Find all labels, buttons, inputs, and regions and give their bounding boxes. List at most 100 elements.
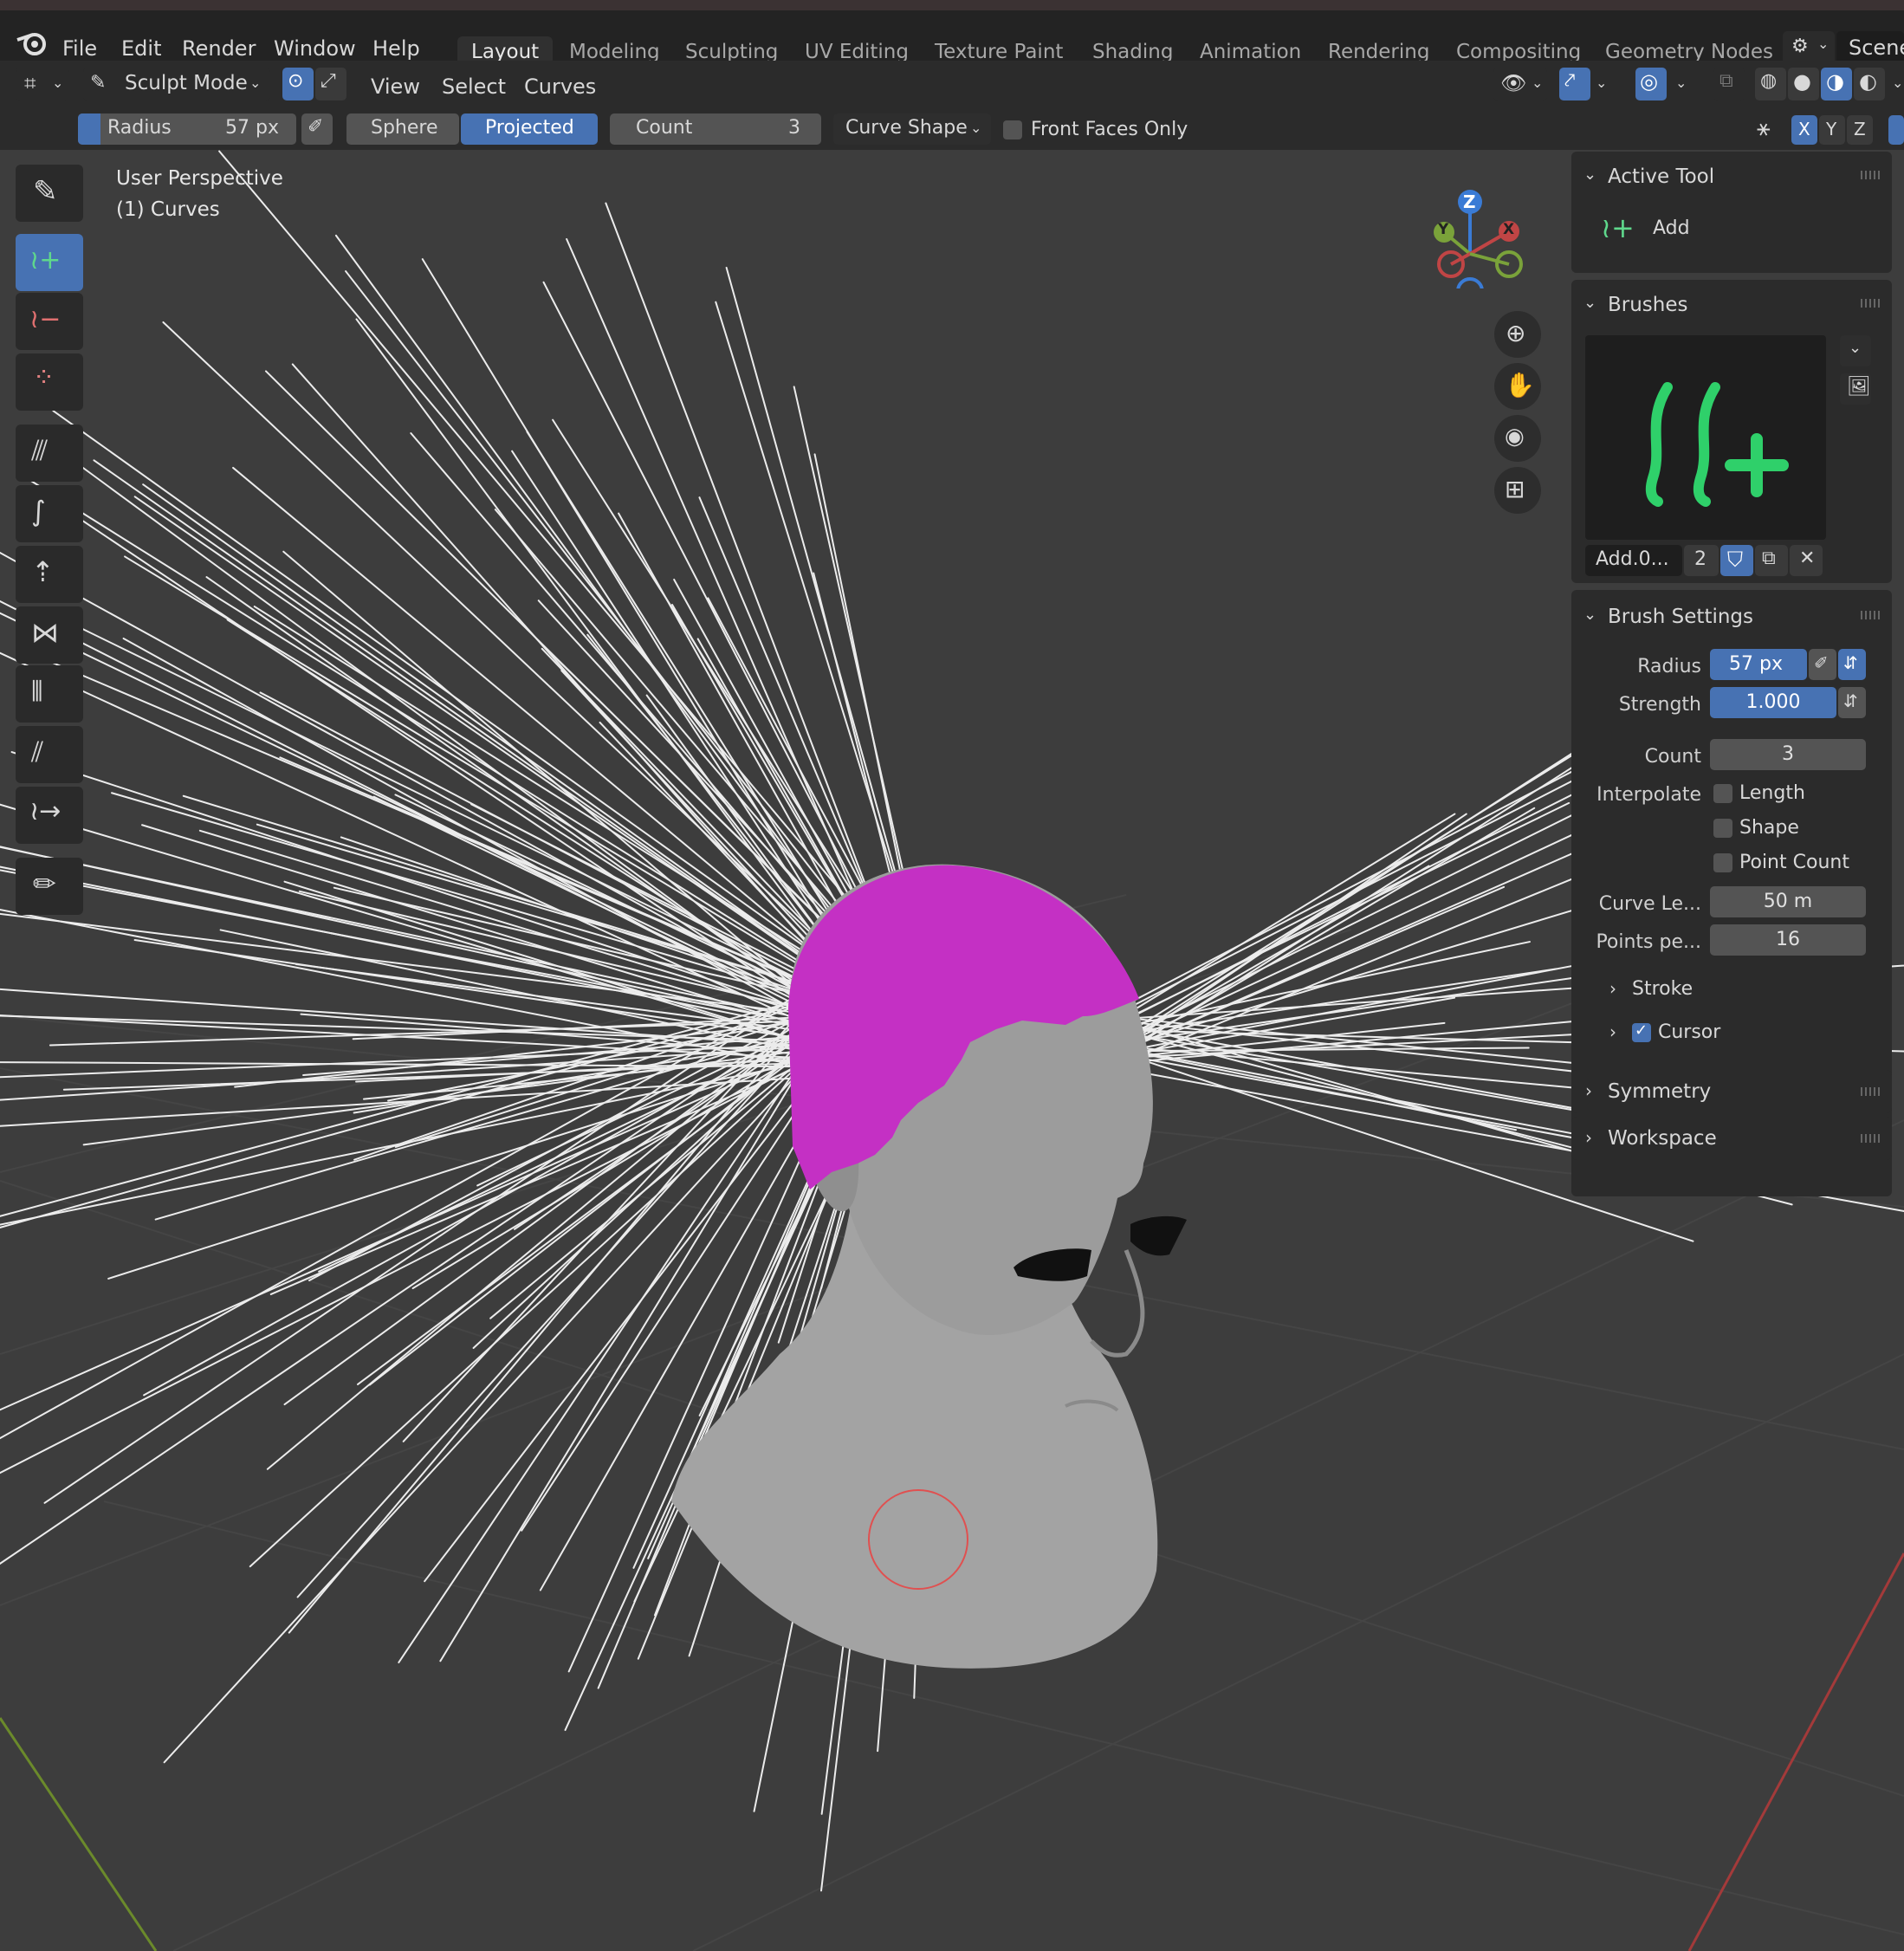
menu-view[interactable]: View: [371, 76, 420, 97]
tool-draw[interactable]: ✎: [16, 165, 83, 222]
tool-smooth[interactable]: ⫽: [16, 726, 83, 783]
tool-grow-shrink[interactable]: ⇡: [16, 546, 83, 603]
tool-add-curves[interactable]: ≀+: [16, 234, 83, 291]
scene-name-field[interactable]: Scene: [1836, 31, 1904, 64]
fake-user-toggle[interactable]: ⛉: [1720, 545, 1753, 576]
brush-settings-title[interactable]: Brush Settings: [1608, 607, 1753, 627]
drag-handle-icon[interactable]: [1861, 1134, 1880, 1143]
shading-dropdown-icon[interactable]: ⌄: [1892, 76, 1903, 90]
cursor-subpanel[interactable]: Cursor: [1658, 1023, 1720, 1042]
hair-strand: [218, 150, 885, 943]
count-field[interactable]: Count 3: [610, 113, 821, 145]
hair-strand: [0, 846, 811, 1021]
drag-handle-icon[interactable]: [1861, 299, 1880, 308]
mirror-x-toggle[interactable]: X: [1791, 115, 1817, 145]
brush-users-count[interactable]: 2: [1684, 545, 1719, 576]
strength-field[interactable]: 1.000: [1710, 687, 1836, 718]
strength-pressure-toggle[interactable]: ⇵: [1838, 687, 1866, 718]
mode-selector[interactable]: ✎ Sculpt Mode ⌄: [83, 68, 270, 100]
interpolate-length-checkbox[interactable]: [1713, 784, 1732, 803]
scene-selector-button[interactable]: ⚙ ⌄: [1783, 31, 1835, 64]
pan-button[interactable]: ✋: [1494, 363, 1541, 410]
front-faces-only-checkbox[interactable]: [1003, 120, 1022, 139]
radius-value: 57 px: [1729, 653, 1783, 675]
rendered-sphere-icon: ◐: [1859, 69, 1877, 94]
falloff-projected-button[interactable]: Projected: [461, 113, 598, 145]
xray-toggle[interactable]: ⤢: [315, 68, 346, 100]
cursor-checkbox[interactable]: ✓: [1632, 1023, 1651, 1042]
falloff-sphere-button[interactable]: Sphere: [346, 113, 459, 145]
tool-annotate[interactable]: ✏: [16, 858, 83, 915]
grow-shrink-icon: ⇡: [31, 555, 55, 588]
y-axis-line: [0, 1717, 158, 1951]
mirror-y-toggle[interactable]: Y: [1819, 115, 1845, 145]
shading-rendered[interactable]: ◐: [1854, 68, 1885, 100]
menu-curves[interactable]: Curves: [524, 76, 596, 97]
strength-value: 1.000: [1745, 691, 1801, 713]
shading-solid[interactable]: ●: [1788, 68, 1819, 100]
radius-unit-toggle[interactable]: ⇵: [1838, 649, 1866, 680]
tool-comb[interactable]: ⫻: [16, 425, 83, 482]
sidebar-toggle[interactable]: [1888, 115, 1904, 145]
editor-type-button[interactable]: ⌗ ⌄: [16, 68, 69, 100]
chevron-down-icon[interactable]: ⌄: [1583, 607, 1596, 623]
menu-help[interactable]: Help: [372, 38, 420, 59]
menu-window[interactable]: Window: [274, 38, 356, 59]
interpolate-point-count-checkbox[interactable]: [1713, 853, 1732, 872]
comb-icon: ⫻: [31, 434, 49, 467]
shading-wireframe[interactable]: ◍: [1755, 68, 1786, 100]
chevron-right-icon[interactable]: ›: [1609, 980, 1616, 997]
workspace-panel[interactable]: › Workspace: [1571, 1117, 1892, 1160]
surface-snap-toggle[interactable]: ⊙: [282, 68, 314, 100]
tool-pinch[interactable]: ⋈: [16, 606, 83, 664]
tool-snake-hook[interactable]: ∫: [16, 485, 83, 542]
drag-handle-icon[interactable]: [1861, 171, 1880, 179]
chevron-right-icon[interactable]: ›: [1609, 1023, 1616, 1040]
blender-logo-icon[interactable]: [16, 28, 50, 57]
overlays-dropdown-icon[interactable]: ⌄: [1675, 76, 1687, 90]
count-field[interactable]: 3: [1710, 739, 1866, 770]
interpolate-shape-checkbox[interactable]: [1713, 819, 1732, 838]
menu-edit[interactable]: Edit: [121, 38, 161, 59]
radius-field[interactable]: Radius 57 px: [78, 113, 296, 145]
xray-button[interactable]: ⧉: [1713, 68, 1745, 100]
duplicate-brush-button[interactable]: ⧉: [1755, 545, 1788, 576]
points-per-curve-field[interactable]: 16: [1710, 924, 1866, 956]
mirror-z-toggle[interactable]: Z: [1847, 115, 1873, 145]
brush-preview[interactable]: [1585, 335, 1826, 540]
drag-handle-icon[interactable]: [1861, 1087, 1880, 1096]
perspective-toggle-button[interactable]: ⊞: [1494, 467, 1541, 514]
radius-field[interactable]: 57 px: [1710, 649, 1807, 680]
chevron-down-icon[interactable]: ⌄: [1583, 167, 1596, 183]
brush-menu-button[interactable]: ⌄: [1840, 335, 1871, 366]
brush-image-button[interactable]: 🖼: [1840, 373, 1871, 405]
add-curves-icon: ≀+: [1601, 211, 1635, 244]
gizmo-dropdown-icon[interactable]: ⌄: [1596, 76, 1607, 90]
brush-name-field[interactable]: Add.0...: [1585, 545, 1682, 576]
gizmo-toggle[interactable]: ⤤: [1559, 68, 1590, 100]
radius-pressure-toggle[interactable]: ✐: [1809, 649, 1836, 680]
menu-render[interactable]: Render: [182, 38, 256, 59]
curve-shape-dropdown[interactable]: Curve Shape ⌄: [833, 113, 991, 145]
tool-puff[interactable]: ⫴: [16, 665, 83, 723]
shading-material[interactable]: ◑: [1821, 68, 1852, 100]
chevron-down-icon[interactable]: ⌄: [1583, 295, 1596, 311]
camera-button[interactable]: ◉: [1494, 415, 1541, 462]
overlays-toggle[interactable]: ◎: [1635, 68, 1667, 100]
curve-length-field[interactable]: 50 m: [1710, 886, 1866, 917]
visibility-selector[interactable]: 👁 ⌄: [1493, 68, 1547, 100]
active-tool-title[interactable]: Active Tool: [1608, 167, 1714, 187]
stroke-subpanel[interactable]: Stroke: [1632, 980, 1693, 999]
drag-handle-icon[interactable]: [1861, 611, 1880, 619]
tool-density[interactable]: ⁘: [16, 353, 83, 411]
tool-slide[interactable]: ≀→: [16, 787, 83, 844]
tool-delete-curves[interactable]: ≀−: [16, 293, 83, 350]
gizmo-x-label: X: [1503, 221, 1515, 238]
unlink-brush-button[interactable]: ✕: [1790, 545, 1823, 576]
brushes-title[interactable]: Brushes: [1608, 295, 1688, 315]
menu-file[interactable]: File: [62, 38, 97, 59]
symmetry-panel[interactable]: › Symmetry: [1571, 1070, 1892, 1113]
menu-select[interactable]: Select: [442, 76, 506, 97]
zoom-button[interactable]: ⊕: [1494, 311, 1541, 358]
radius-pressure-toggle[interactable]: ✐: [301, 113, 333, 145]
